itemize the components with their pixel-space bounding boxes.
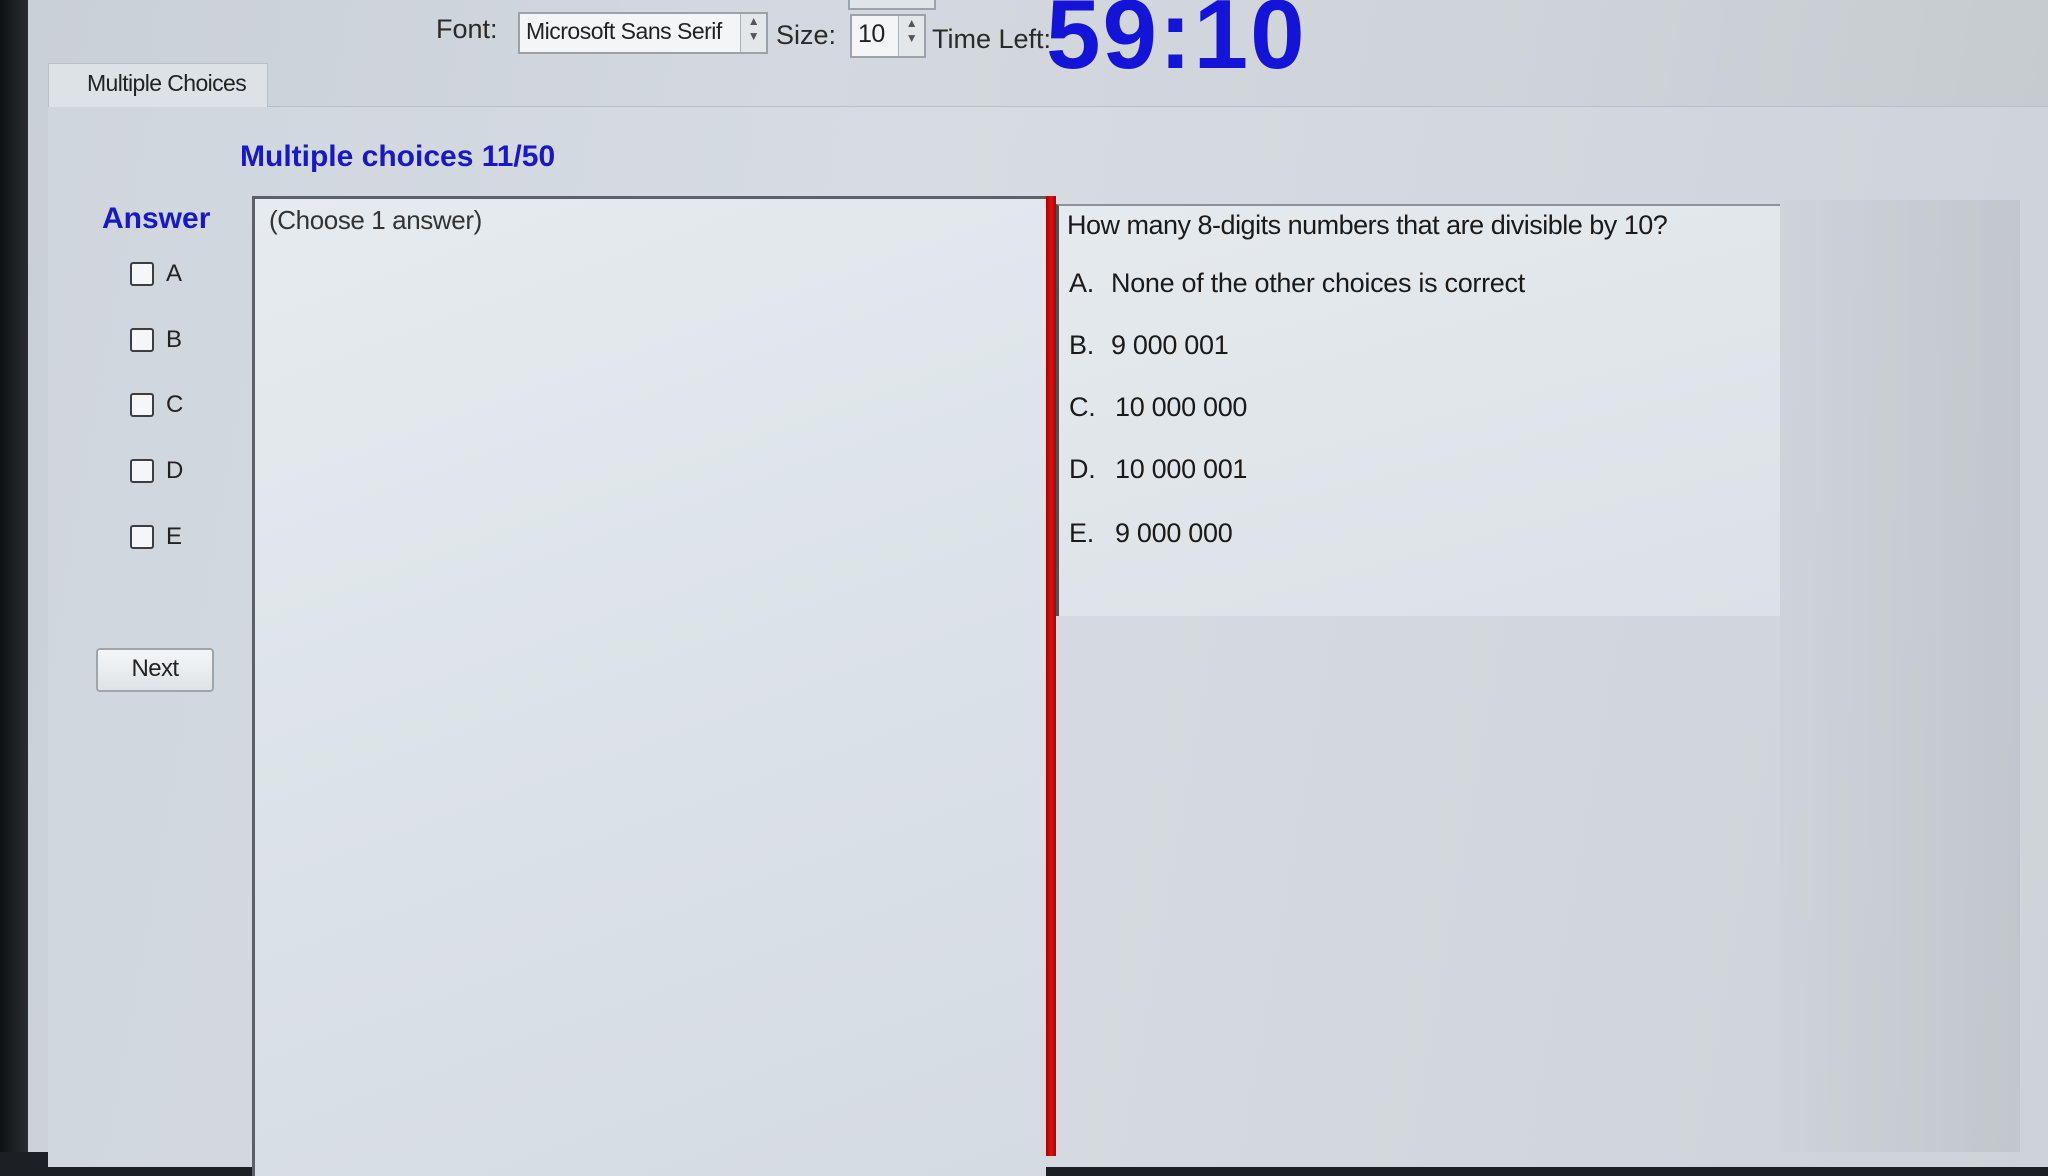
next-button[interactable]: Next (96, 648, 214, 692)
choice-d: D. 10 000 001 (1069, 454, 1247, 485)
choice-text: 9 000 000 (1115, 518, 1233, 548)
answer-option-label: D (166, 457, 184, 484)
answer-option-label: E (166, 523, 183, 550)
spin-down-icon[interactable]: ▼ (899, 31, 924, 46)
choice-text: 10 000 000 (1115, 392, 1248, 422)
answer-option-label: B (166, 326, 183, 353)
spin-down-icon[interactable]: ▼ (741, 29, 766, 44)
choice-e: E. 9 000 000 (1069, 518, 1233, 549)
time-left-label: Time Left: (932, 24, 1052, 54)
answer-hint: (Choose 1 answer) (269, 205, 482, 235)
tab-label: Multiple Choices (87, 70, 247, 96)
answer-panel[interactable]: (Choose 1 answer) (252, 196, 1046, 1176)
font-spinner[interactable]: ▲ ▼ (740, 14, 766, 52)
toolbar-control-edge (848, 0, 936, 10)
answer-option-a[interactable]: A (130, 256, 182, 292)
choice-text: None of the other choices is correct (1111, 268, 1525, 298)
answer-option-e[interactable]: E (130, 519, 182, 555)
checkbox[interactable] (130, 262, 154, 286)
answer-option-label: C (166, 391, 184, 418)
choice-text: 10 000 001 (1115, 454, 1248, 484)
font-select-value: Microsoft Sans Serif (526, 18, 722, 44)
answer-option-d[interactable]: D (130, 453, 183, 489)
spin-up-icon[interactable]: ▲ (741, 14, 766, 29)
choice-letter: B. (1069, 330, 1094, 360)
answer-option-label: A (166, 260, 183, 287)
empty-area (1780, 200, 2020, 1152)
panel-divider[interactable] (1046, 196, 1056, 1156)
choice-b: B. 9 000 001 (1069, 330, 1229, 361)
section-title: Multiple choices 11/50 (240, 140, 556, 173)
checkbox[interactable] (130, 328, 154, 352)
size-input[interactable]: 10 ▲ ▼ (850, 14, 926, 58)
answer-option-c[interactable]: C (130, 387, 183, 423)
countdown-timer: 59:10 (1046, 0, 1307, 89)
choice-letter: D. (1069, 454, 1096, 484)
question-text: How many 8-digits numbers that are divis… (1067, 210, 1668, 240)
choice-text: 9 000 001 (1111, 330, 1229, 360)
choice-c: C. 10 000 000 (1069, 392, 1247, 423)
choice-letter: E. (1069, 518, 1094, 548)
checkbox[interactable] (130, 393, 154, 417)
choice-letter: C. (1069, 392, 1096, 422)
spin-up-icon[interactable]: ▲ (899, 16, 924, 31)
choice-a: A. None of the other choices is correct (1069, 268, 1525, 299)
size-input-value: 10 (858, 20, 885, 48)
choice-letter: A. (1069, 268, 1094, 298)
checkbox[interactable] (130, 525, 154, 549)
size-spinner[interactable]: ▲ ▼ (898, 16, 924, 56)
monitor-bezel (0, 0, 28, 1152)
answer-option-b[interactable]: B (130, 322, 182, 358)
answer-header: Answer (102, 202, 211, 235)
tab-multiple-choices[interactable]: Multiple Choices (48, 63, 268, 107)
checkbox[interactable] (130, 459, 154, 483)
size-label: Size: (776, 20, 837, 50)
font-label: Font: (436, 14, 498, 44)
question-panel: How many 8-digits numbers that are divis… (1056, 204, 1780, 616)
font-select[interactable]: Microsoft Sans Serif ▲ ▼ (518, 12, 768, 54)
